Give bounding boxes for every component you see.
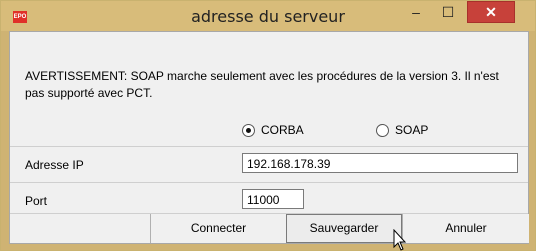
divider [10,146,528,147]
warning-text: AVERTISSEMENT: SOAP marche seulement ave… [25,69,499,100]
radio-corba-label: CORBA [261,123,304,137]
radio-selected-icon [242,123,255,137]
close-button[interactable]: ✕ [467,1,515,23]
cancel-button[interactable]: Annuler [402,214,529,243]
mouse-cursor-icon [393,229,407,251]
button-row: Connecter Sauvegarder Annuler [10,214,529,243]
minimize-button[interactable]: – [401,1,431,23]
titlebar[interactable]: EPO adresse du serveur – ☐ ✕ [1,1,535,31]
radio-unselected-icon [376,123,389,137]
radio-corba[interactable]: CORBA [242,123,304,137]
dialog-body: AVERTISSEMENT: SOAP marche seulement ave… [9,31,529,244]
port-label: Port [25,194,48,208]
ip-label: Adresse IP [25,158,84,172]
radio-soap-label: SOAP [395,123,429,137]
connect-button[interactable]: Connecter [150,214,286,243]
radio-soap[interactable]: SOAP [376,123,428,137]
maximize-button[interactable]: ☐ [433,1,463,23]
server-address-dialog: EPO adresse du serveur – ☐ ✕ AVERTISSEME… [0,0,536,251]
divider [10,182,528,183]
save-button[interactable]: Sauvegarder [286,214,402,243]
port-input[interactable]: 11000 [242,189,304,209]
ip-address-input[interactable]: 192.168.178.39 [242,153,518,173]
